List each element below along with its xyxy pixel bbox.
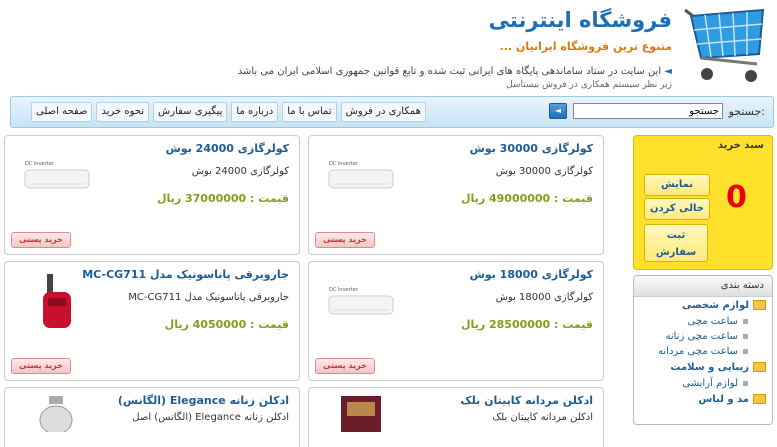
search-button[interactable]: ◄ <box>549 103 567 119</box>
menu-item-contact[interactable]: تماس با ما <box>282 102 337 122</box>
folder-icon <box>753 362 766 372</box>
category-mens-watch[interactable]: ساعت مچی مردانه <box>634 344 772 359</box>
category-wristwatch[interactable]: ساعت مچی <box>634 314 772 329</box>
category-label: لوازم آرایشی <box>682 378 738 389</box>
brand-label: DC Inverter <box>329 287 359 293</box>
product-card: جاروبرقی پاناسونیک مدل MC-CG711 جاروبرقی… <box>4 261 300 381</box>
bullet-icon <box>743 333 748 339</box>
shopping-cart-logo-icon[interactable] <box>683 6 771 84</box>
submit-order-label-line1: ثبت <box>666 230 686 241</box>
product-description: جاروبرقی پاناسونیک مدل MC-CG711 <box>128 292 289 303</box>
bullet-icon <box>743 318 748 324</box>
category-label: ساعت مچی <box>687 316 738 327</box>
empty-cart-button[interactable]: خالی کردن <box>644 198 710 220</box>
categories-title: دسته بندی <box>634 276 772 297</box>
product-price: قیمت : 49000000 ریال <box>461 192 593 205</box>
search-label: جستجو: <box>728 105 765 118</box>
product-title[interactable]: ادکلن زنانه Elegance (الگانس) <box>118 394 289 407</box>
navigation-bar: جستجو: ◄ همکاری در فروش تماس با ما دربار… <box>10 96 774 128</box>
menu-item-how-to-buy[interactable]: نحوه خرید <box>96 102 150 122</box>
product-description: ادکلن مردانه کاپیتان بلک <box>492 412 593 423</box>
category-label: لوازم شخصی <box>681 300 749 311</box>
product-title[interactable]: کولرگازی 18000 بوش <box>470 268 593 281</box>
product-description: کولرگازی 30000 بوش <box>495 166 593 177</box>
product-price: قیمت : 28500000 ریال <box>461 318 593 331</box>
product-price: قیمت : 37000000 ریال <box>157 192 289 205</box>
play-arrow-icon: ◄ <box>554 106 562 115</box>
cart-item-count: 0 <box>726 180 747 215</box>
brand-label: DC Inverter <box>329 161 359 167</box>
bullet-icon <box>743 348 748 354</box>
product-card: ادکلن مردانه کاپیتان بلک ادکلن مردانه کا… <box>308 387 604 447</box>
affiliate-notice: زیر نظر سیستم همکاری در فروش بیستاسل <box>506 80 672 90</box>
shopping-cart-box: سبد خرید 0 نمایش خالی کردن ثبت سفارش <box>633 135 773 270</box>
category-womens-watch[interactable]: ساعت مچی زنانه <box>634 329 772 344</box>
folder-icon <box>753 394 766 404</box>
product-title[interactable]: کولرگازی 24000 بوش <box>166 142 289 155</box>
site-title[interactable]: فروشگاه اینترنتی <box>489 8 672 32</box>
show-cart-button[interactable]: نمایش <box>644 174 710 196</box>
site-subtitle: متنوع ترین فروشگاه ایرانیان ... <box>499 40 672 53</box>
product-title[interactable]: کولرگازی 30000 بوش <box>470 142 593 155</box>
product-price: قیمت : 4050000 ریال <box>164 318 289 331</box>
product-card: کولرگازی 18000 بوش کولرگازی 18000 بوش قی… <box>308 261 604 381</box>
product-card: کولرگازی 30000 بوش کولرگازی 30000 بوش قی… <box>308 135 604 255</box>
bullet-icon <box>743 380 748 386</box>
air-conditioner-image[interactable]: DC Inverter <box>327 158 395 198</box>
product-description: کولرگازی 18000 بوش <box>495 292 593 303</box>
cart-title: سبد خرید <box>717 140 764 151</box>
search-input[interactable] <box>573 103 723 119</box>
product-card: ادکلن زنانه Elegance (الگانس) ادکلن زنان… <box>4 387 300 447</box>
category-beauty-health[interactable]: زیبایی و سلامت <box>634 359 772 376</box>
category-label: ساعت مچی زنانه <box>665 331 738 342</box>
vacuum-cleaner-image[interactable] <box>23 272 91 332</box>
site-header: فروشگاه اینترنتی متنوع ترین فروشگاه ایرا… <box>0 0 777 92</box>
product-title[interactable]: جاروبرقی پاناسونیک مدل MC-CG711 <box>82 268 289 281</box>
category-label: ساعت مچی مردانه <box>658 346 738 357</box>
air-conditioner-image[interactable]: DC Inverter <box>327 284 395 324</box>
menu-item-home[interactable]: صفحه اصلی <box>31 102 93 122</box>
categories-box: دسته بندی لوازم شخصی ساعت مچی ساعت مچی ز… <box>633 275 773 425</box>
category-label: مد و لباس <box>698 394 749 405</box>
notice-text: این سایت در ستاد ساماندهی پایگاه های ایر… <box>237 66 662 77</box>
category-label: زیبایی و سلامت <box>670 362 749 373</box>
category-personal-items[interactable]: لوازم شخصی <box>634 297 772 314</box>
info-arrow-icon: ◄ <box>661 66 672 77</box>
brand-label: DC Inverter <box>25 161 55 167</box>
perfume-box-image[interactable] <box>327 392 395 432</box>
menu-item-affiliate[interactable]: همکاری در فروش <box>340 102 426 122</box>
category-cosmetics[interactable]: لوازم آرایشی <box>634 376 772 391</box>
product-description: ادکلن زنانه Elegance (الگانس) اصل <box>132 412 289 423</box>
submit-order-button[interactable]: ثبت سفارش <box>644 224 708 262</box>
air-conditioner-image[interactable]: DC Inverter <box>23 158 91 198</box>
folder-icon <box>753 300 766 310</box>
submit-order-label-line2: سفارش <box>655 247 697 258</box>
product-card: کولرگازی 24000 بوش کولرگازی 24000 بوش قی… <box>4 135 300 255</box>
product-description: کولرگازی 24000 بوش <box>191 166 289 177</box>
menu-item-track-order[interactable]: پیگیری سفارش <box>153 102 228 122</box>
product-title[interactable]: ادکلن مردانه کاپیتان بلک <box>460 394 593 407</box>
perfume-bottle-image[interactable] <box>23 392 91 432</box>
registration-notice: ◄ این سایت در ستاد ساماندهی پایگاه های ا… <box>238 66 672 77</box>
buy-by-post-button[interactable]: خرید پستی <box>11 358 71 374</box>
category-fashion[interactable]: مد و لباس <box>634 391 772 408</box>
buy-by-post-button[interactable]: خرید پستی <box>315 358 375 374</box>
main-menu: همکاری در فروش تماس با ما درباره ما پیگی… <box>31 102 426 122</box>
buy-by-post-button[interactable]: خرید پستی <box>315 232 375 248</box>
buy-by-post-button[interactable]: خرید پستی <box>11 232 71 248</box>
menu-item-about[interactable]: درباره ما <box>231 102 279 122</box>
